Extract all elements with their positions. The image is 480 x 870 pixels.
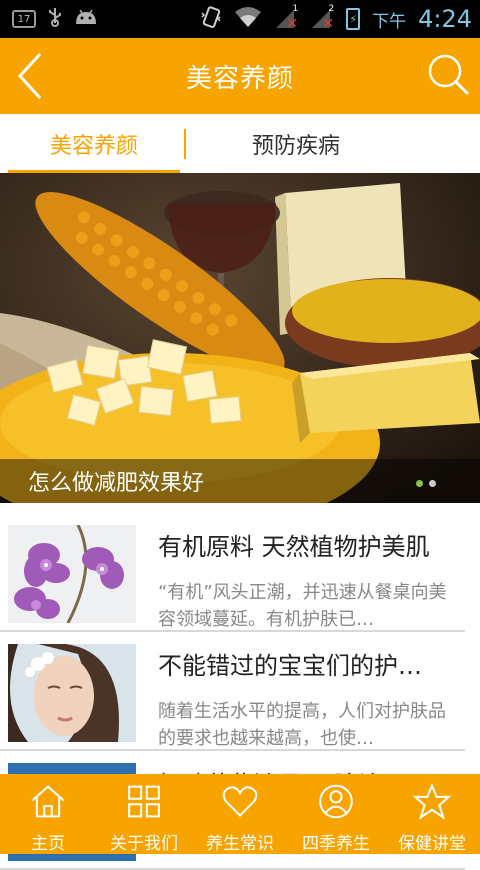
nav-label: 主页 (31, 834, 65, 854)
user-icon (319, 784, 353, 819)
no-signal-x-icon: ✕ (322, 16, 335, 32)
news-title: 有机原料 天然植物护美肌 (158, 533, 430, 561)
nav-seasonal[interactable]: 四季养生 (288, 774, 384, 854)
banner-caption: 怎么做减肥效果好 (0, 459, 480, 503)
tab-beauty[interactable]: 美容养颜 (8, 114, 180, 173)
app-header: 美容养颜 (0, 38, 480, 114)
status-right: 1 ✕ 2 ✕ ⚡ 下午 4:24 (200, 4, 472, 33)
carousel-dots (416, 480, 436, 487)
back-button[interactable] (12, 52, 52, 100)
notification-count-badge: 17 (12, 10, 36, 28)
nav-label: 养生常识 (206, 834, 274, 854)
nav-label: 保健讲堂 (398, 834, 466, 854)
news-summary: “有机”风头正潮，并迅速从餐桌向美容领域蔓延。有机护肤已… (158, 582, 447, 630)
face-care-image (8, 644, 136, 742)
wifi-icon (234, 6, 262, 32)
sim2-label: 2 (328, 4, 335, 14)
search-button[interactable] (426, 52, 472, 98)
carousel-dot (429, 480, 436, 487)
android-icon (74, 8, 98, 30)
clock-time: 4:24 (418, 5, 472, 33)
sim1-signal: 1 ✕ (274, 4, 299, 32)
page-title: 美容养颜 (185, 63, 294, 94)
news-summary: 随着生活水平的提高，人们对护肤品的要求也越来越高，也使… (158, 701, 446, 749)
nav-lectures[interactable]: 保健讲堂 (384, 774, 480, 854)
chevron-left-icon (17, 52, 42, 100)
list-item[interactable]: 有机原料 天然植物护美肌 “有机”风头正潮，并迅速从餐桌向美容领域蔓延。有机护肤… (0, 513, 465, 632)
nav-label: 关于我们 (110, 834, 178, 854)
search-icon (428, 54, 470, 96)
bottom-nav: 主页 关于我们 养生常识 四季养生 保健讲堂 (0, 774, 480, 854)
sim2-signal: 2 ✕ (310, 4, 335, 32)
clock-ampm: 下午 (372, 11, 407, 32)
banner-carousel[interactable]: 怎么做减肥效果好 (0, 173, 480, 503)
usb-icon (48, 7, 62, 31)
list-item[interactable]: 不能错过的宝宝们的护… 随着生活水平的提高，人们对护肤品的要求也越来越高，也使… (0, 632, 465, 751)
banner-image (0, 173, 480, 503)
nav-home[interactable]: 主页 (0, 774, 96, 854)
no-signal-x-icon: ✕ (286, 16, 299, 32)
battery-charging-icon: ⚡ (346, 8, 361, 30)
star-icon (412, 783, 452, 820)
nav-about[interactable]: 关于我们 (96, 774, 192, 854)
heart-icon (222, 786, 258, 817)
sim1-label: 1 (292, 4, 299, 14)
vibrate-icon (200, 5, 222, 33)
category-tabs: 美容养颜 预防疾病 (0, 114, 480, 173)
orchid-image (8, 525, 136, 623)
tab-disease-prevention[interactable]: 预防疾病 (210, 114, 382, 173)
news-title: 不能错过的宝宝们的护… (158, 652, 422, 680)
home-icon (31, 785, 65, 818)
status-left: 17 (12, 7, 98, 31)
grid-icon (128, 785, 160, 818)
tab-divider (184, 128, 186, 159)
status-bar: 17 1 ✕ 2 ✕ ⚡ 下午 4:24 (0, 0, 480, 38)
carousel-dot-active (416, 480, 423, 487)
nav-health-tips[interactable]: 养生常识 (192, 774, 288, 854)
nav-label: 四季养生 (302, 834, 370, 854)
